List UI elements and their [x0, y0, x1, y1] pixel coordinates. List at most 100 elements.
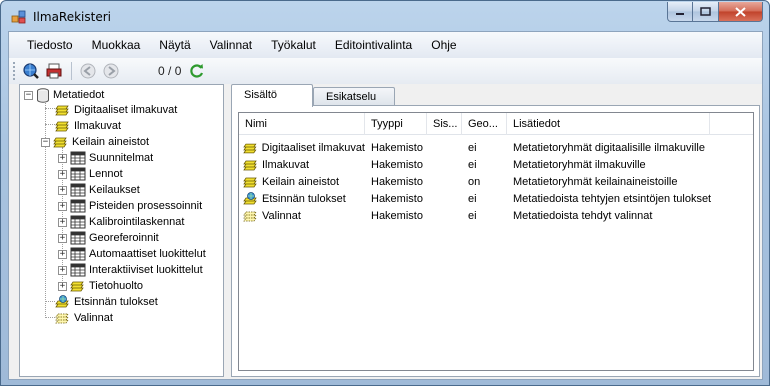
tree-label: Georeferoinnit: [89, 232, 159, 244]
name-text: Ilmakuvat: [262, 159, 310, 171]
cell-type: Hakemisto: [371, 176, 423, 188]
cell-name: Ilmakuvat: [239, 159, 365, 172]
page-current: 0: [158, 64, 165, 78]
list-row[interactable]: Etsinnän tulokset Hakemisto ei Metatiedo…: [239, 191, 717, 207]
folder-icon: [243, 160, 257, 170]
tree-label: Suunnitelmat: [89, 152, 154, 164]
content-list-view[interactable]: Nimi Tyyppi Sis... Geo... Lisätiedot Dig…: [238, 112, 754, 371]
back-button[interactable]: [78, 61, 98, 81]
menu-tiedosto[interactable]: Tiedosto: [19, 35, 81, 55]
tree-item-digitaaliset-ilmakuvat[interactable]: Digitaaliset ilmakuvat: [55, 102, 177, 118]
tree-item-keilaukset[interactable]: + Keilaukset: [58, 182, 140, 198]
collapse-toggle[interactable]: −: [41, 137, 50, 147]
print-button[interactable]: [44, 61, 64, 81]
menu-ohje[interactable]: Ohje: [423, 35, 464, 55]
tree-label: Valinnat: [74, 312, 113, 324]
maximize-icon: [700, 7, 711, 16]
table-icon: [70, 199, 86, 213]
list-row[interactable]: Digitaaliset ilmakuvat Hakemisto ei Meta…: [239, 140, 717, 156]
page-separator: /: [168, 64, 172, 78]
expand-toggle[interactable]: +: [58, 249, 67, 259]
expand-toggle[interactable]: +: [58, 233, 67, 243]
tree-item-interaktiiviset-luokittelut[interactable]: + Interaktiiviset luokittelut: [58, 262, 203, 278]
search-button[interactable]: [21, 61, 41, 81]
tree-item-kalibrointilaskennat[interactable]: + Kalibrointilaskennat: [58, 214, 184, 230]
minimize-button[interactable]: [667, 2, 693, 22]
tree-label: Tietohuolto: [89, 280, 144, 292]
forward-button[interactable]: [101, 61, 121, 81]
folder-icon: [55, 105, 69, 115]
cell-info: Metatiedoista tehtyjen etsintöjen tuloks…: [513, 193, 712, 205]
table-icon: [70, 231, 86, 245]
tree-item-suunnitelmat[interactable]: + Suunnitelmat: [58, 150, 153, 166]
close-icon: [735, 6, 746, 17]
menu-editointivalinta[interactable]: Editointivalinta: [327, 35, 420, 55]
tab-esikatselu[interactable]: Esikatselu: [313, 87, 395, 106]
menu-muokkaa[interactable]: Muokkaa: [84, 35, 149, 55]
page-total: 0: [174, 64, 182, 78]
tree-label: Interaktiiviset luokittelut: [89, 264, 203, 276]
table-icon: [70, 183, 86, 197]
name-text: Keilain aineistot: [262, 176, 340, 188]
list-row[interactable]: Ilmakuvat Hakemisto ei Metatietoryhmät i…: [239, 157, 717, 173]
table-icon: [70, 167, 86, 181]
maximize-button[interactable]: [693, 2, 719, 22]
menu-valinnat[interactable]: Valinnat: [202, 35, 260, 55]
app-icon: [11, 10, 26, 24]
expand-toggle[interactable]: +: [58, 217, 67, 227]
database-icon: [37, 87, 49, 103]
list-row[interactable]: Keilain aineistot Hakemisto on Metatieto…: [239, 174, 717, 190]
app-window: IlmaRekisteri Tiedosto Muokkaa Näytä Val…: [0, 0, 770, 386]
tree-item-valinnat[interactable]: Valinnat: [55, 310, 113, 326]
cell-name: Keilain aineistot: [239, 176, 365, 189]
tree-line: [45, 301, 55, 302]
table-icon: [70, 263, 86, 277]
tree-item-georeferoinnit[interactable]: + Georeferoinnit: [58, 230, 159, 246]
tree-item-metatiedot[interactable]: − Metatiedot: [24, 87, 104, 103]
tree-item-ilmakuvat[interactable]: Ilmakuvat: [55, 118, 121, 134]
tree-label: Pisteiden prosessoinnit: [89, 200, 203, 212]
expand-toggle[interactable]: +: [58, 265, 67, 275]
window-controls: [667, 2, 763, 22]
collapse-toggle[interactable]: −: [24, 90, 33, 100]
column-header-geo[interactable]: Geo...: [462, 113, 507, 135]
forward-arrow-icon: [103, 63, 119, 79]
expand-toggle[interactable]: +: [58, 281, 67, 291]
tab-sisalto[interactable]: Sisältö: [231, 84, 313, 107]
tree-item-etsinnan-tulokset[interactable]: Etsinnän tulokset: [55, 294, 158, 310]
tree-line: [45, 99, 46, 318]
tree-item-lennot[interactable]: + Lennot: [58, 166, 123, 182]
toolbar-grip[interactable]: [13, 62, 16, 80]
close-button[interactable]: [719, 2, 763, 22]
cell-info: Metatietoryhmät ilmakuville: [513, 159, 646, 171]
title-bar[interactable]: IlmaRekisteri: [1, 1, 769, 31]
expand-toggle[interactable]: +: [58, 169, 67, 179]
column-header-sis[interactable]: Sis...: [427, 113, 462, 135]
expand-toggle[interactable]: +: [58, 153, 67, 163]
table-icon: [70, 151, 86, 165]
tree-item-tietohuolto[interactable]: + Tietohuolto: [58, 278, 143, 294]
tree-label: Digitaaliset ilmakuvat: [74, 104, 178, 116]
cell-name: Valinnat: [239, 210, 365, 223]
tree-item-keilain-aineistot[interactable]: − Keilain aineistot: [41, 134, 149, 150]
column-header-tyyppi[interactable]: Tyyppi: [365, 113, 427, 135]
tab-content: Nimi Tyyppi Sis... Geo... Lisätiedot Dig…: [231, 105, 760, 377]
column-header-nimi[interactable]: Nimi: [239, 113, 365, 135]
tree-view[interactable]: − Metatiedot Digitaaliset ilmakuvat Ilma…: [19, 84, 224, 377]
menu-bar: Tiedosto Muokkaa Näytä Valinnat Työkalut…: [9, 32, 762, 58]
refresh-icon: [190, 64, 204, 78]
refresh-button[interactable]: [187, 61, 207, 81]
menu-tyokalut[interactable]: Työkalut: [263, 35, 324, 55]
toolbar-separator: [71, 62, 72, 80]
tree-item-pisteiden-prosessoinnit[interactable]: + Pisteiden prosessoinnit: [58, 198, 202, 214]
expand-toggle[interactable]: +: [58, 201, 67, 211]
menu-nayta[interactable]: Näytä: [151, 35, 198, 55]
table-icon: [70, 215, 86, 229]
cell-type: Hakemisto: [371, 142, 423, 154]
tree-line: [45, 108, 55, 109]
column-header-lisatiedot[interactable]: Lisätiedot: [507, 113, 710, 135]
expand-toggle[interactable]: +: [58, 185, 67, 195]
tree-label: Metatiedot: [53, 89, 105, 101]
tree-item-automaattiset-luokittelut[interactable]: + Automaattiset luokittelut: [58, 246, 206, 262]
list-row[interactable]: Valinnat Hakemisto ei Metatiedoista tehd…: [239, 208, 717, 224]
